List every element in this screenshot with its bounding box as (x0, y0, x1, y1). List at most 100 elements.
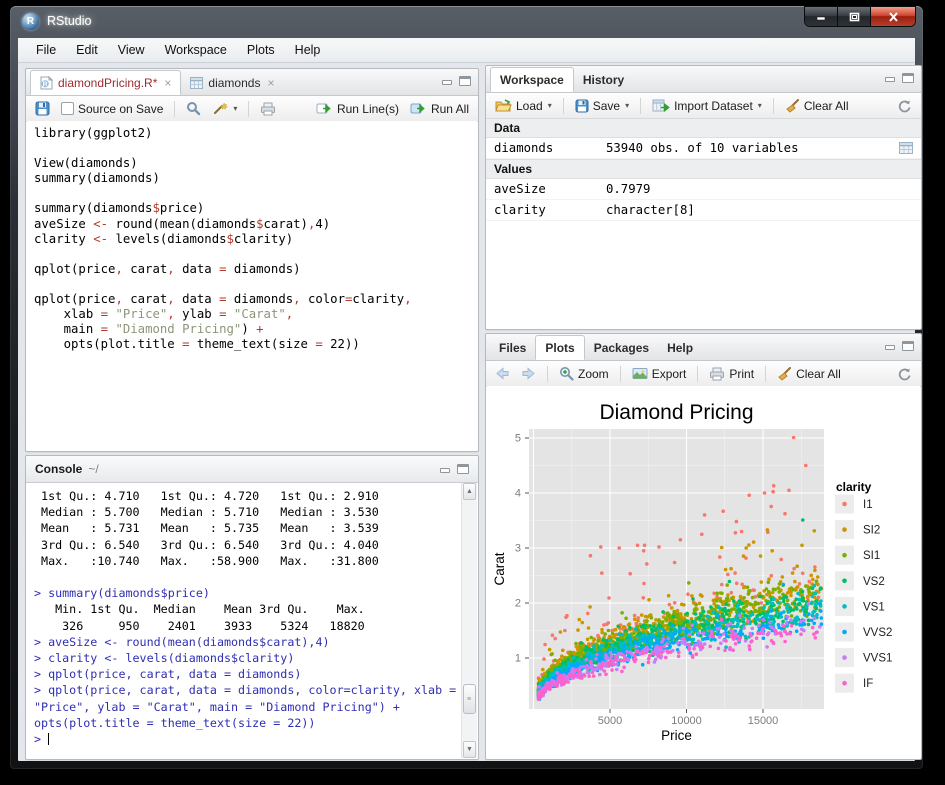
plots-tabstrip: FilesPlotsPackagesHelp (486, 334, 921, 361)
console-line: Max. :10.740 Max. :58.900 Max. :31.800 (34, 553, 462, 569)
pane-minimize-icon[interactable] (441, 76, 453, 86)
export-plot-button[interactable]: Export (629, 365, 690, 383)
zoom-plot-button[interactable]: Zoom (556, 364, 612, 383)
close-button[interactable] (871, 7, 915, 26)
menu-item-plots[interactable]: Plots (237, 40, 285, 60)
code-line (34, 247, 477, 262)
run-lines-button[interactable]: Run Line(s) (313, 100, 402, 118)
print-source-button[interactable] (257, 100, 279, 118)
svg-text:3: 3 (515, 543, 521, 555)
previous-plot-button[interactable] (492, 365, 513, 382)
svg-text:10000: 10000 (671, 715, 702, 727)
pane-maximize-icon[interactable] (459, 76, 471, 86)
close-tab-icon[interactable]: × (164, 76, 171, 90)
source-pane-window-buttons (441, 76, 471, 86)
broom-icon (777, 367, 792, 381)
workspace-object-row[interactable]: claritycharacter[8] (486, 200, 921, 221)
refresh-workspace-button[interactable] (894, 97, 915, 115)
printer-icon (260, 102, 276, 116)
tab-label: History (583, 73, 624, 87)
minimize-button[interactable] (805, 7, 838, 26)
refresh-icon (897, 367, 912, 381)
code-editor[interactable]: library(ggplot2) View(diamonds)summary(d… (27, 121, 477, 450)
clear-all-label: Clear All (804, 99, 849, 113)
tab-history[interactable]: History (574, 67, 633, 92)
load-workspace-button[interactable]: Load ▾ (492, 97, 555, 115)
pane-minimize-icon[interactable] (439, 464, 451, 474)
clear-workspace-button[interactable]: Clear All (782, 97, 852, 115)
title-bar[interactable]: R RStudio (10, 6, 923, 36)
workspace-object-row[interactable]: aveSize0.7979 (486, 179, 921, 200)
pane-minimize-icon[interactable] (884, 341, 896, 351)
run-lines-label: Run Line(s) (337, 102, 399, 116)
pane-maximize-icon[interactable] (902, 341, 914, 351)
clear-plots-button[interactable]: Clear All (774, 365, 844, 383)
tab-files[interactable]: Files (490, 335, 535, 360)
chart-title: Diamond Pricing (599, 401, 753, 424)
import-dataset-icon (652, 99, 670, 112)
workspace-section-header: Data (486, 119, 921, 138)
pane-maximize-icon[interactable] (457, 464, 469, 474)
find-replace-button[interactable] (183, 99, 204, 118)
rstudio-window: R RStudio FileEditViewWorkspacePlotsHelp… (10, 6, 923, 769)
run-all-icon (410, 102, 427, 115)
import-dataset-button[interactable]: Import Dataset ▾ (649, 97, 765, 115)
refresh-plot-button[interactable] (894, 365, 915, 383)
maximize-button[interactable] (838, 7, 871, 26)
code-line (34, 186, 477, 201)
legend-title: clarity (836, 480, 872, 494)
scroll-down-icon[interactable]: ▼ (463, 741, 476, 758)
save-button[interactable] (32, 99, 53, 118)
tab-help[interactable]: Help (658, 335, 702, 360)
code-tools-button[interactable]: ▾ (209, 99, 240, 118)
menu-item-file[interactable]: File (26, 40, 66, 60)
tab-diamonds[interactable]: diamonds× (181, 70, 283, 95)
source-on-save-checkbox[interactable] (61, 102, 74, 115)
svg-text:5: 5 (515, 433, 521, 445)
maximize-icon (849, 12, 860, 22)
code-line: summary(diamonds$price) (34, 201, 477, 216)
view-data-grid-icon[interactable] (899, 142, 913, 154)
source-pane: RdiamondPricing.R*×diamonds× Source on S… (25, 68, 479, 452)
menu-item-workspace[interactable]: Workspace (155, 40, 237, 60)
run-all-label: Run All (431, 102, 469, 116)
menu-item-help[interactable]: Help (285, 40, 331, 60)
zoom-icon (559, 366, 574, 381)
minimize-icon (816, 12, 826, 21)
object-name: diamonds (494, 141, 606, 155)
menu-item-edit[interactable]: Edit (66, 40, 108, 60)
source-on-save-toggle[interactable]: Source on Save (58, 100, 166, 118)
console-scrollbar[interactable]: ▲ ≡ ▼ (461, 483, 477, 758)
console-line: > summary(diamonds$price) (34, 585, 462, 601)
legend-label-vs1: VS1 (863, 601, 885, 613)
console-title: Console (35, 462, 82, 476)
run-all-button[interactable]: Run All (407, 100, 472, 118)
menu-item-view[interactable]: View (108, 40, 155, 60)
console-line: opts(plot.title = theme_text(size = 22)) (34, 715, 462, 731)
legend-label-if: IF (863, 678, 873, 690)
scrollbar-thumb[interactable]: ≡ (463, 684, 476, 714)
tab-diamondpricing-r-[interactable]: RdiamondPricing.R*× (30, 70, 181, 95)
broom-icon (785, 99, 800, 113)
console-prompt[interactable]: > (34, 731, 462, 747)
console-line: > clarity <- levels(diamonds$clarity) (34, 650, 462, 666)
print-plot-button[interactable]: Print (706, 365, 757, 383)
svg-text:4: 4 (515, 488, 521, 500)
next-plot-button[interactable] (518, 365, 539, 382)
object-value: character[8] (606, 203, 913, 217)
workspace-pane-window-buttons (884, 73, 914, 83)
pane-maximize-icon[interactable] (902, 73, 914, 83)
workspace-object-row[interactable]: diamonds53940 obs. of 10 variables (486, 138, 921, 159)
console-line: 1st Qu.: 4.710 1st Qu.: 4.720 1st Qu.: 2… (34, 488, 462, 504)
console-output[interactable]: 1st Qu.: 4.710 1st Qu.: 4.720 1st Qu.: 2… (27, 483, 462, 758)
pane-minimize-icon[interactable] (884, 73, 896, 83)
tab-packages[interactable]: Packages (585, 335, 658, 360)
code-line (34, 277, 477, 292)
save-workspace-button[interactable]: Save ▾ (572, 97, 632, 115)
close-tab-icon[interactable]: × (267, 76, 274, 90)
console-header: Console ~/ (26, 456, 478, 483)
tab-plots[interactable]: Plots (535, 335, 584, 360)
tab-workspace[interactable]: Workspace (490, 67, 574, 92)
menu-bar: FileEditViewWorkspacePlotsHelp (18, 38, 915, 63)
scroll-up-icon[interactable]: ▲ (463, 483, 476, 500)
